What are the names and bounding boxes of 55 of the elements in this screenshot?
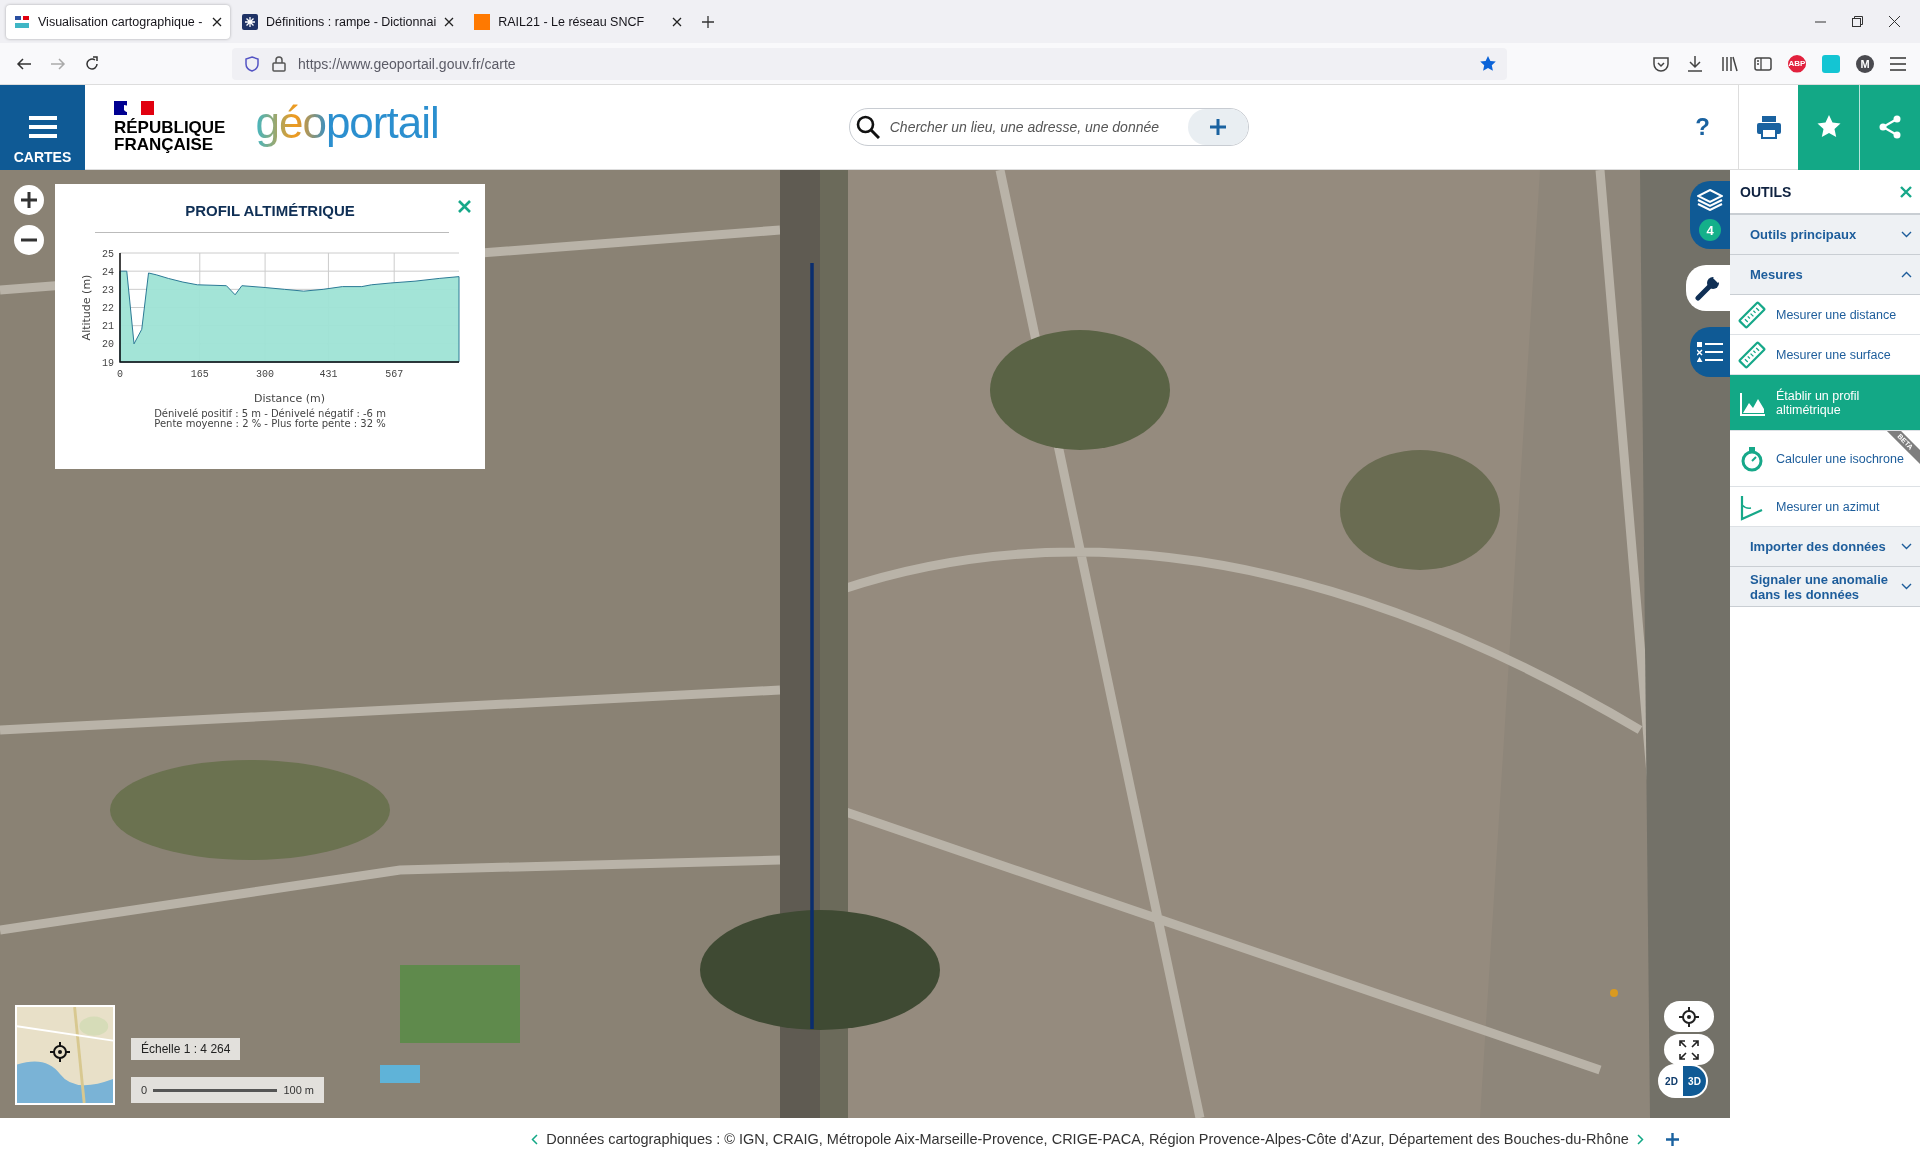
share-icon [1878,115,1902,139]
pocket-icon[interactable] [1652,54,1670,73]
flag-icon [114,101,154,115]
url-text: https://www.geoportail.gouv.fr/carte [298,55,517,72]
browser-tab[interactable]: Visualisation cartographique - [6,4,230,39]
plus-icon [1209,119,1226,135]
chevron-down-icon [1901,583,1912,590]
help-button[interactable]: ? [1689,112,1716,142]
profile-avatar[interactable]: M [1856,54,1874,73]
ruler-icon [1738,340,1766,369]
favicon-icon [14,13,30,30]
menu-button[interactable]: CARTES [0,84,85,170]
chevron-left-icon[interactable] [531,1133,539,1145]
section-header[interactable]: Mesures [1730,255,1920,295]
attribution-text: Données cartographiques : © IGN, CRAIG, Métropole Aix-Marseille-Provence, CRIGE-PACA, Région Provence-Alpes-Côte d'Azur, Département des Bouches-du-Rhône [546,1131,1629,1147]
sidebar-icon[interactable] [1754,54,1772,73]
close-icon[interactable] [672,16,683,27]
republic-label: RÉPUBLIQUE FRANÇAISE [114,119,226,153]
download-icon[interactable] [1686,54,1704,73]
favicon-icon [242,13,258,30]
close-icon [1900,185,1912,198]
close-icon[interactable] [1889,16,1900,27]
chevron-down-icon [1901,231,1912,238]
chevron-down-icon [1901,543,1912,550]
address-bar[interactable]: https://www.geoportail.gouv.fr/carte [232,47,1507,80]
ruler-icon [1738,300,1766,329]
menu-icon[interactable] [1890,56,1906,71]
plus-icon [702,15,715,28]
section-header[interactable]: Importer des données [1730,527,1920,567]
section-header[interactable]: Signaler une anomalie dans les données [1730,567,1920,607]
search-icon [855,115,880,139]
library-icon[interactable] [1720,54,1738,73]
shield-icon [244,55,260,72]
star-icon [1815,114,1842,140]
search-bar[interactable]: Chercher un lieu, une adresse, une donnée [848,108,1249,146]
browser-tab[interactable]: Définitions : rampe - Dictionnai [234,4,463,39]
section-header[interactable]: Outils principaux [1730,215,1920,255]
back-icon[interactable] [16,55,32,72]
close-icon[interactable] [444,16,455,27]
add-button[interactable] [1187,109,1248,145]
chevron-right-icon[interactable] [1636,1133,1644,1145]
restore-icon[interactable] [1852,16,1863,27]
reload-icon[interactable] [84,55,100,72]
plus-icon[interactable] [1665,1132,1679,1146]
menu-icon [28,114,57,139]
favicon-icon [474,13,491,30]
panel-title: OUTILS [1740,183,1792,200]
chevron-up-icon [1901,271,1912,278]
print-icon [1755,115,1782,139]
close-button[interactable] [1900,185,1912,198]
lock-icon [272,55,286,72]
bookmark-star-icon[interactable] [1479,54,1497,73]
browser-tab[interactable]: RAIL21 - Le réseau SNCF [466,4,691,39]
close-icon[interactable] [212,16,222,27]
extension-button[interactable]: ABP [1788,54,1806,73]
